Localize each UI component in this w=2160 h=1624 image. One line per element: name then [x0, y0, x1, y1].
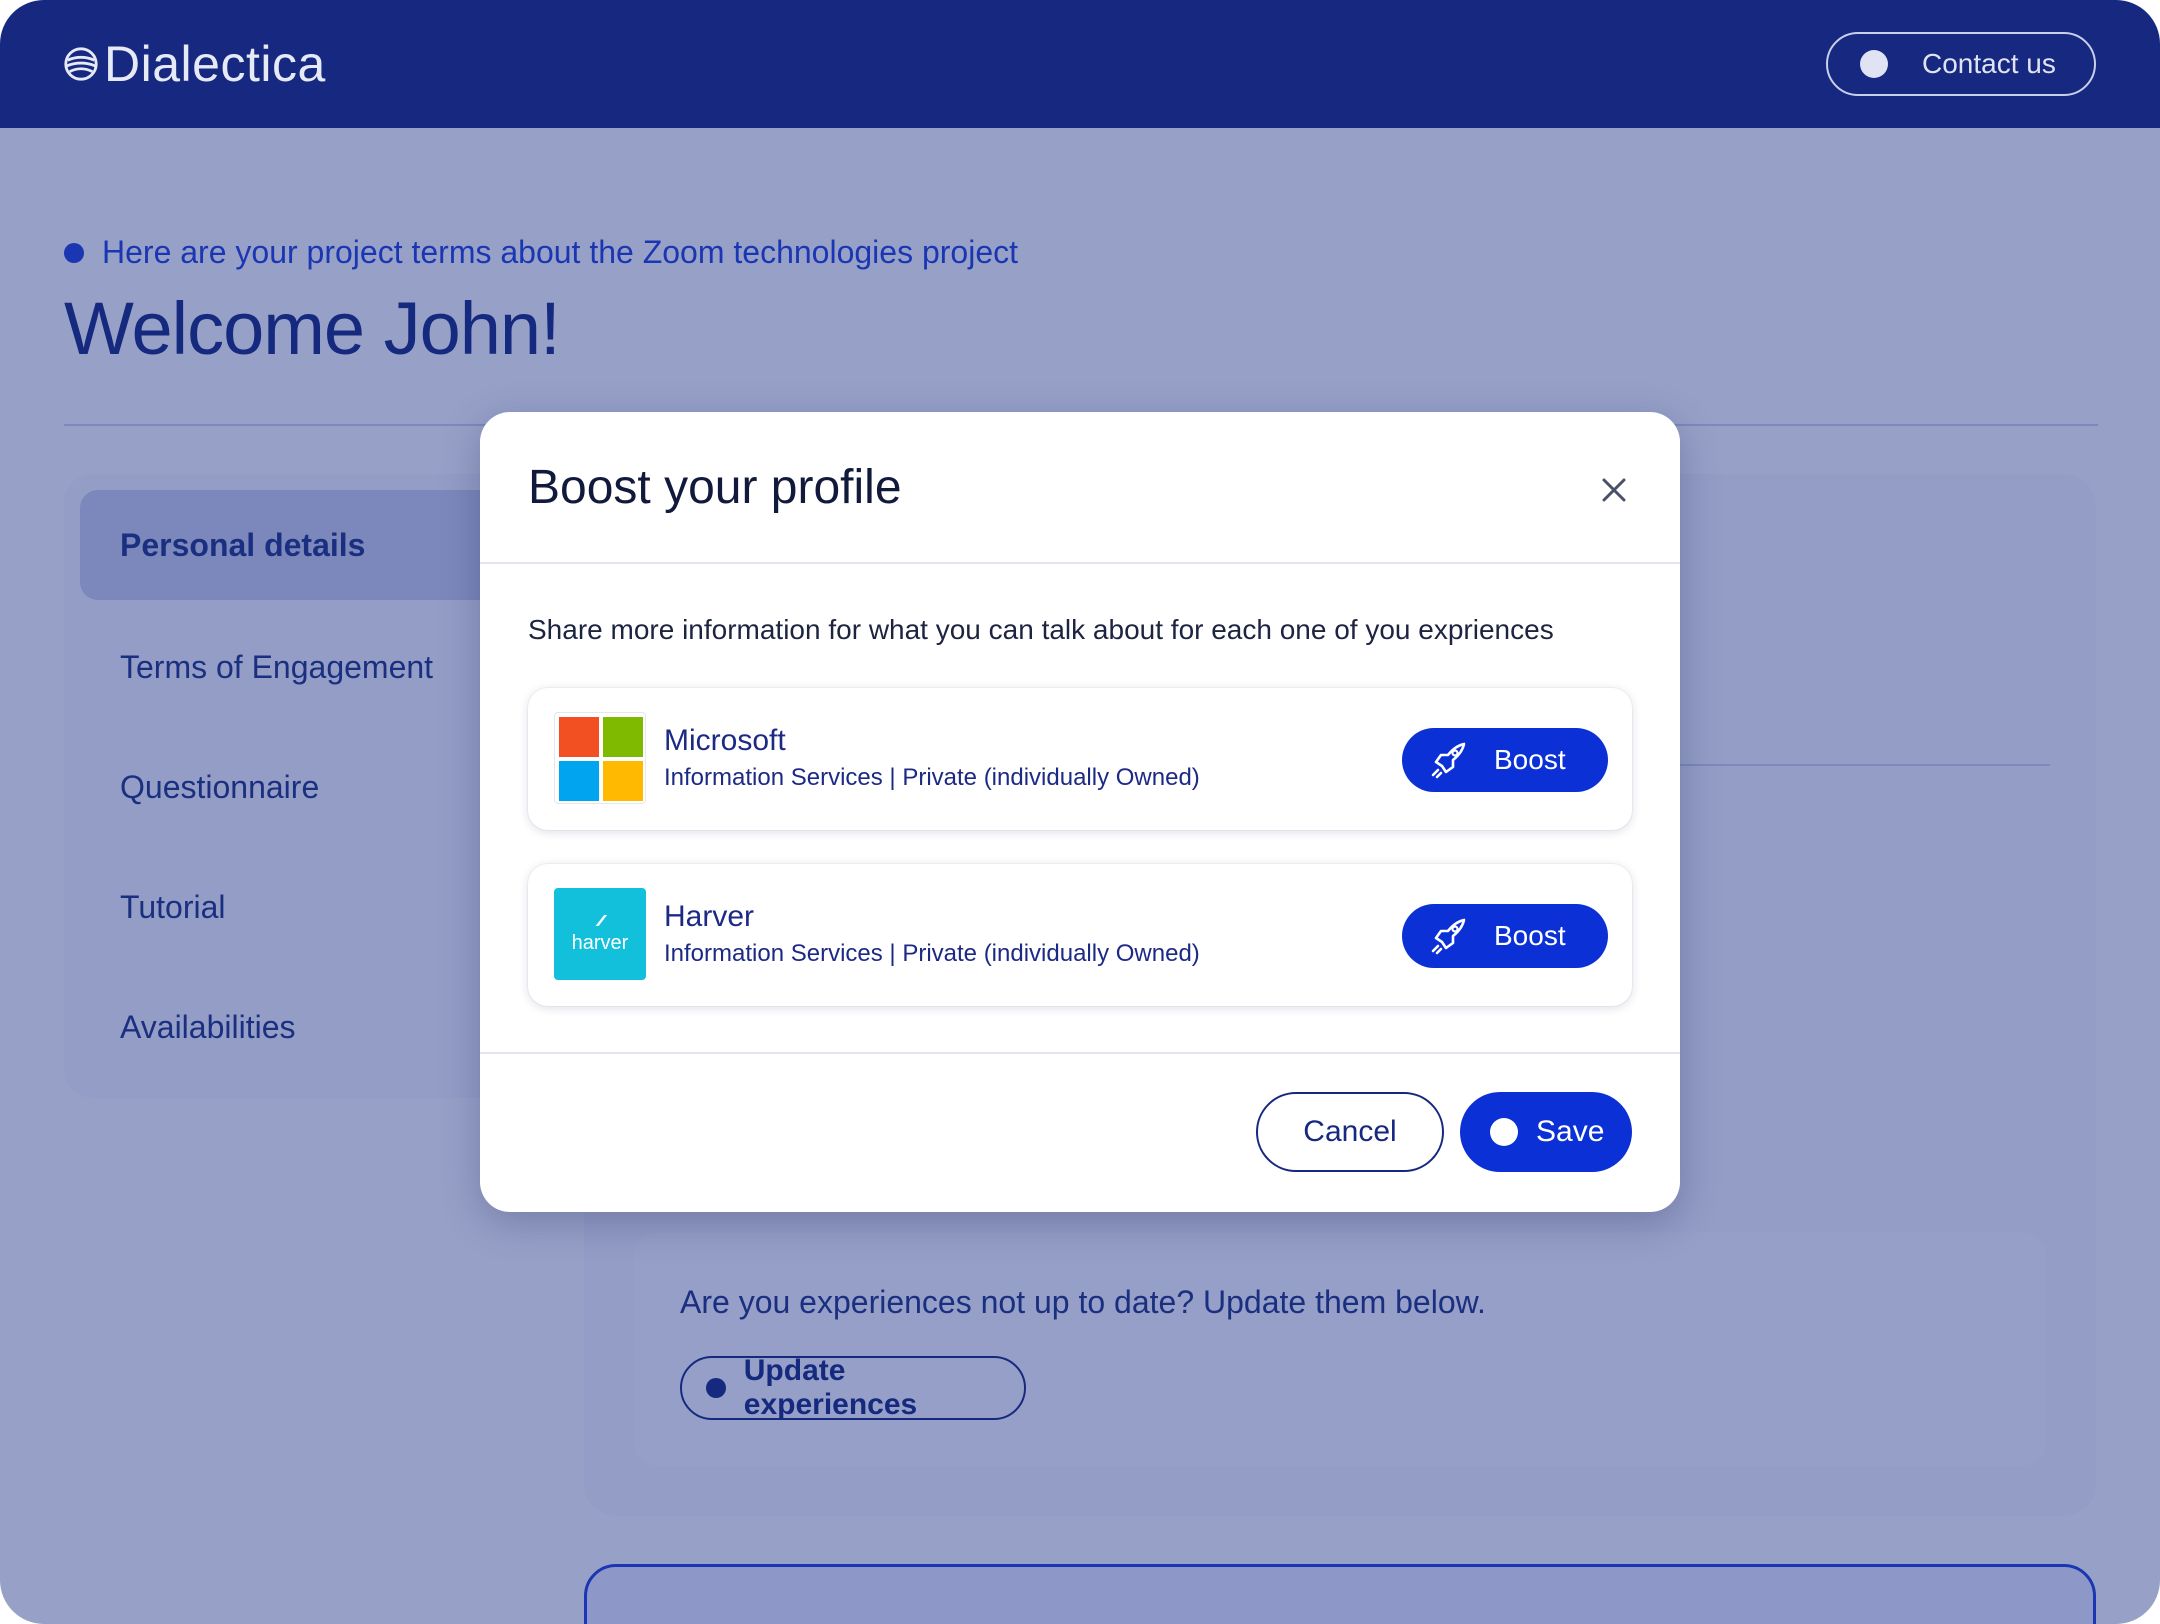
- boost-button-harver[interactable]: Boost: [1402, 904, 1608, 968]
- logo-text: Dialectica: [104, 36, 326, 92]
- modal-description: Share more information for what you can …: [528, 614, 1554, 645]
- close-icon: [1602, 478, 1626, 502]
- dot-icon: [1490, 1118, 1518, 1146]
- company-details: Information Services | Private (individu…: [664, 940, 1200, 967]
- close-button[interactable]: [1594, 470, 1634, 510]
- company-card-harver: ∕∕∕ harver Harver Information Services |…: [528, 864, 1632, 1006]
- contact-us-button[interactable]: Contact us: [1826, 32, 2096, 96]
- top-header: Dialectica Contact us: [0, 0, 2160, 128]
- cancel-button[interactable]: Cancel: [1256, 1092, 1444, 1172]
- cancel-label: Cancel: [1303, 1115, 1397, 1148]
- microsoft-logo: [554, 712, 646, 804]
- save-button[interactable]: Save: [1460, 1092, 1632, 1172]
- rocket-icon: [1431, 742, 1466, 779]
- modal-header-divider: [480, 562, 1680, 564]
- modal-title: Boost your profile: [528, 461, 902, 514]
- company-details: Information Services | Private (individu…: [664, 764, 1200, 791]
- company-name: Microsoft: [664, 724, 786, 757]
- boost-button-microsoft[interactable]: Boost: [1402, 728, 1608, 792]
- company-card-microsoft: Microsoft Information Services | Private…: [528, 688, 1632, 830]
- boost-label: Boost: [1494, 920, 1566, 951]
- contact-us-label: Contact us: [1922, 48, 2056, 79]
- globe-logo-icon: [64, 47, 98, 81]
- dialectica-logo[interactable]: Dialectica: [62, 34, 326, 94]
- app-frame: Dialectica Contact us Here are your proj…: [0, 0, 2160, 1624]
- save-label: Save: [1536, 1115, 1605, 1148]
- ms-logo-green-square: [603, 717, 643, 757]
- harver-logo: ∕∕∕ harver: [554, 888, 646, 980]
- rocket-icon: [1431, 918, 1466, 955]
- boost-profile-modal: Boost your profile Share more informatio…: [480, 412, 1680, 1212]
- modal-footer-divider: [480, 1052, 1680, 1054]
- ms-logo-red-square: [559, 717, 599, 757]
- harver-marks-icon: ∕∕∕: [598, 912, 603, 930]
- boost-label: Boost: [1494, 744, 1566, 775]
- dot-icon: [1860, 50, 1888, 78]
- company-name: Harver: [664, 900, 755, 933]
- ms-logo-yellow-square: [603, 761, 643, 801]
- ms-logo-blue-square: [559, 761, 599, 801]
- harver-logo-text: harver: [571, 931, 629, 954]
